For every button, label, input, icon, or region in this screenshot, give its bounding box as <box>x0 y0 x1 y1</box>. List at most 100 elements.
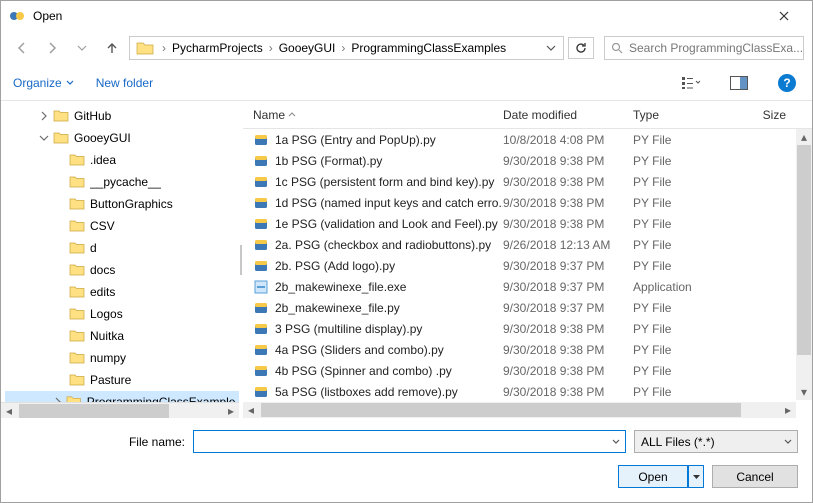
tree-item[interactable]: GooeyGUI <box>5 127 239 149</box>
scroll-down-icon[interactable]: ▾ <box>797 385 811 399</box>
folder-icon <box>53 130 69 146</box>
tree-item[interactable]: numpy <box>5 347 239 369</box>
column-name[interactable]: Name <box>253 108 503 122</box>
file-row[interactable]: 2b_makewinexe_file.exe9/30/2018 9:37 PMA… <box>243 276 812 297</box>
file-row[interactable]: 1b PSG (Format).py9/30/2018 9:38 PMPY Fi… <box>243 150 812 171</box>
tree-item[interactable]: edits <box>5 281 239 303</box>
toolbar: Organize New folder ? <box>1 65 812 101</box>
tree-horizontal-scrollbar[interactable]: ◂ ▸ <box>1 402 239 418</box>
tree-item[interactable]: Logos <box>5 303 239 325</box>
bottom-panel: File name: ALL Files (*.*) Open <box>1 418 812 502</box>
file-name: 2b. PSG (Add logo).py <box>275 259 395 273</box>
recent-locations-button[interactable] <box>69 35 95 61</box>
back-button[interactable] <box>9 35 35 61</box>
open-dropdown-button[interactable] <box>688 465 704 488</box>
python-file-icon <box>253 195 269 211</box>
tree-item[interactable]: __pycache__ <box>5 171 239 193</box>
list-horizontal-scrollbar[interactable]: ◂ ▸ <box>243 402 796 418</box>
tree-item-label: .idea <box>90 153 116 167</box>
file-date: 9/30/2018 9:37 PM <box>503 280 633 294</box>
up-button[interactable] <box>99 35 125 61</box>
column-size[interactable]: Size <box>733 108 812 122</box>
file-type: PY File <box>633 385 733 399</box>
file-row[interactable]: 1c PSG (persistent form and bind key).py… <box>243 171 812 192</box>
forward-button[interactable] <box>39 35 65 61</box>
file-row[interactable]: 3 PSG (multiline display).py9/30/2018 9:… <box>243 318 812 339</box>
folder-icon <box>69 240 85 256</box>
column-date[interactable]: Date modified <box>503 108 633 122</box>
filename-input[interactable] <box>194 431 607 452</box>
view-options-button[interactable] <box>678 70 704 96</box>
file-row[interactable]: 2a. PSG (checkbox and radiobuttons).py9/… <box>243 234 812 255</box>
scroll-left-icon[interactable]: ◂ <box>243 403 259 417</box>
filename-dropdown-button[interactable] <box>607 431 625 452</box>
cancel-button[interactable]: Cancel <box>712 465 798 488</box>
tree-item-label: Nuitka <box>90 329 124 343</box>
file-name: 1b PSG (Format).py <box>275 154 382 168</box>
column-type[interactable]: Type <box>633 108 733 122</box>
folder-icon <box>53 108 69 124</box>
file-row[interactable]: 4a PSG (Sliders and combo).py9/30/2018 9… <box>243 339 812 360</box>
file-row[interactable]: 1e PSG (validation and Look and Feel).py… <box>243 213 812 234</box>
file-row[interactable]: 4b PSG (Spinner and combo) .py9/30/2018 … <box>243 360 812 381</box>
address-bar[interactable]: › PycharmProjects › GooeyGUI › Programmi… <box>129 36 564 60</box>
filter-dropdown-button[interactable] <box>779 438 797 446</box>
file-type-filter[interactable]: ALL Files (*.*) <box>634 430 798 453</box>
file-row[interactable]: 5a PSG (listboxes add remove).py9/30/201… <box>243 381 812 402</box>
list-vertical-scrollbar[interactable]: ▴ ▾ <box>796 129 812 400</box>
close-button[interactable] <box>764 2 804 30</box>
python-file-icon <box>253 384 269 400</box>
scrollbar-thumb[interactable] <box>797 145 811 355</box>
scroll-up-icon[interactable]: ▴ <box>797 130 811 144</box>
tree-item[interactable]: Pasture <box>5 369 239 391</box>
refresh-button[interactable] <box>568 37 594 59</box>
new-folder-button[interactable]: New folder <box>96 76 153 90</box>
filename-combobox[interactable] <box>193 430 626 453</box>
folder-tree[interactable]: GitHubGooeyGUI .idea __pycache__ ButtonGrap… <box>1 101 239 418</box>
scroll-right-icon[interactable]: ▸ <box>223 404 239 418</box>
dialog-body: GitHubGooeyGUI .idea __pycache__ ButtonGrap… <box>1 101 812 418</box>
chevron-right-icon[interactable]: › <box>265 41 277 55</box>
file-type: PY File <box>633 238 733 252</box>
chevron-right-icon[interactable]: › <box>158 41 170 55</box>
scrollbar-thumb[interactable] <box>19 404 169 418</box>
expand-icon <box>53 197 67 211</box>
tree-item[interactable]: docs <box>5 259 239 281</box>
breadcrumb-item[interactable]: ProgrammingClassExamples <box>349 41 508 55</box>
tree-item[interactable]: .idea <box>5 149 239 171</box>
address-history-dropdown[interactable] <box>541 37 561 59</box>
file-row[interactable]: 1d PSG (named input keys and catch erro.… <box>243 192 812 213</box>
chevron-right-icon[interactable]: › <box>337 41 349 55</box>
preview-pane-button[interactable] <box>726 70 752 96</box>
scroll-left-icon[interactable]: ◂ <box>1 404 17 418</box>
search-input[interactable]: Search ProgrammingClassExa... <box>604 36 804 60</box>
folder-icon <box>69 152 85 168</box>
open-split-button[interactable]: Open <box>618 465 704 488</box>
folder-icon <box>69 174 85 190</box>
breadcrumb-item[interactable]: GooeyGUI <box>277 41 338 55</box>
file-row[interactable]: 2b. PSG (Add logo).py9/30/2018 9:37 PMPY… <box>243 255 812 276</box>
file-type: PY File <box>633 217 733 231</box>
tree-item-label: d <box>90 241 97 255</box>
tree-item[interactable]: d <box>5 237 239 259</box>
python-file-icon <box>253 216 269 232</box>
organize-button[interactable]: Organize <box>13 76 74 90</box>
tree-item[interactable]: Nuitka <box>5 325 239 347</box>
file-date: 9/30/2018 9:37 PM <box>503 259 633 273</box>
scrollbar-thumb[interactable] <box>261 403 741 417</box>
file-row[interactable]: 1a PSG (Entry and PopUp).py10/8/2018 4:0… <box>243 129 812 150</box>
python-file-icon <box>253 237 269 253</box>
open-button[interactable]: Open <box>618 465 688 488</box>
scroll-right-icon[interactable]: ▸ <box>780 403 796 417</box>
tree-item[interactable]: GitHub <box>5 105 239 127</box>
breadcrumb-item[interactable]: PycharmProjects <box>170 41 265 55</box>
tree-item[interactable]: CSV <box>5 215 239 237</box>
tree-item-label: __pycache__ <box>90 175 161 189</box>
collapse-icon[interactable] <box>37 131 51 145</box>
expand-icon[interactable] <box>37 109 51 123</box>
python-file-icon <box>253 174 269 190</box>
file-row[interactable]: 2b_makewinexe_file.py9/30/2018 9:37 PMPY… <box>243 297 812 318</box>
help-button[interactable]: ? <box>774 70 800 96</box>
tree-item[interactable]: ButtonGraphics <box>5 193 239 215</box>
file-type: Application <box>633 280 733 294</box>
